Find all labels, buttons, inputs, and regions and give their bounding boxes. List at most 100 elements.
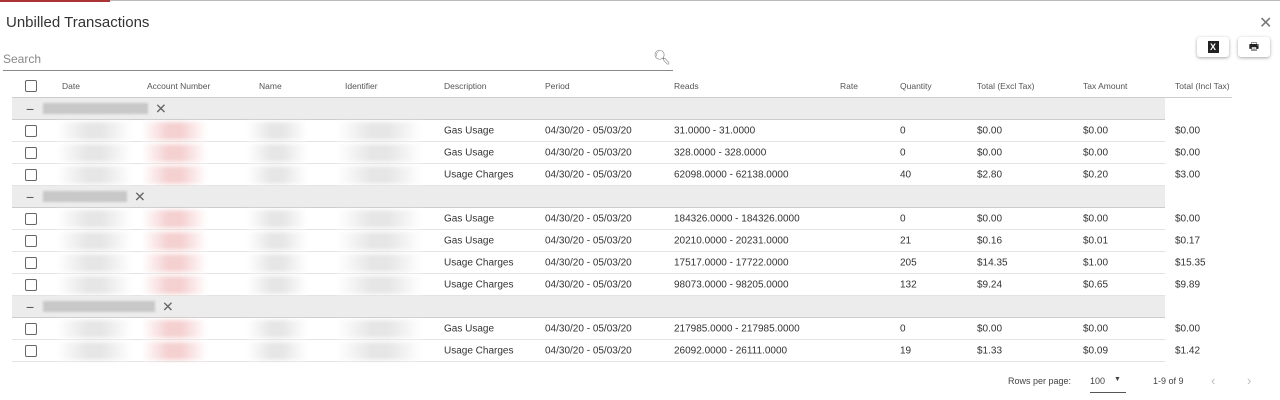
table-row[interactable]: Usage Charges 04/30/20 - 05/03/20 17517.00… [12, 252, 1206, 274]
collapse-icon[interactable]: − [26, 101, 34, 117]
cell-total-excl: $14.35 [977, 257, 1008, 268]
search-input[interactable] [3, 52, 643, 66]
column-header[interactable]: Total (Excl Tax) [977, 81, 1034, 91]
row-checkbox[interactable] [25, 146, 37, 159]
cell-total-excl: $1.33 [977, 345, 1003, 356]
redacted-date [57, 144, 132, 162]
cell-total-incl: $0.00 [1175, 213, 1201, 224]
cell-total-excl: $2.80 [977, 169, 1003, 180]
redacted-account-number [142, 320, 207, 338]
redacted-name [247, 320, 307, 338]
row-checkbox[interactable] [25, 256, 37, 269]
row-checkbox[interactable] [25, 322, 37, 335]
table-row[interactable]: Usage Charges 04/30/20 - 05/03/20 98073.00… [12, 274, 1200, 296]
cell-total-excl: $0.00 [977, 323, 1003, 334]
redacted-identifier [337, 122, 422, 140]
group-label-redacted [43, 301, 155, 312]
cell-description: Usage Charges [444, 169, 514, 180]
print-button[interactable]: 🖶 [1238, 37, 1270, 57]
cell-quantity: 0 [900, 213, 906, 224]
cell-description: Usage Charges [444, 257, 514, 268]
export-excel-button[interactable]: X [1197, 37, 1229, 57]
cell-tax: $0.00 [1083, 213, 1109, 224]
redacted-date [57, 166, 132, 184]
table-row[interactable]: Usage Charges 04/30/20 - 05/03/20 62098.00… [12, 164, 1200, 186]
column-header[interactable]: Reads [674, 81, 699, 91]
cell-period: 04/30/20 - 05/03/20 [545, 257, 632, 268]
close-icon[interactable]: ✕ [1259, 13, 1272, 33]
column-header[interactable]: Name [259, 81, 282, 91]
redacted-name [247, 122, 307, 140]
prev-page-icon[interactable]: ‹ [1211, 373, 1215, 388]
cell-description: Gas Usage [444, 235, 495, 246]
cell-reads: 31.0000 - 31.0000 [674, 125, 756, 136]
page-title: Unbilled Transactions [6, 14, 150, 31]
table-row[interactable]: Gas Usage 04/30/20 - 05/03/20 31.0000 - 31… [12, 120, 1200, 142]
row-checkbox[interactable] [25, 234, 37, 247]
redacted-name [247, 166, 307, 184]
redacted-identifier [337, 342, 422, 360]
column-header[interactable]: Tax Amount [1083, 81, 1127, 91]
cell-total-excl: $0.00 [977, 125, 1003, 136]
cell-total-incl: $15.35 [1175, 257, 1206, 268]
cell-total-excl: $0.16 [977, 235, 1003, 246]
cell-total-incl: $1.42 [1175, 345, 1201, 356]
row-checkbox[interactable] [25, 344, 37, 357]
column-header[interactable]: Account Number [147, 81, 210, 91]
cell-period: 04/30/20 - 05/03/20 [545, 147, 632, 158]
next-page-icon[interactable]: › [1247, 373, 1251, 388]
cell-total-excl: $0.00 [977, 147, 1003, 158]
cell-description: Usage Charges [444, 345, 514, 356]
table-row[interactable]: Usage Charges 04/30/20 - 05/03/20 26092.00… [12, 340, 1200, 362]
column-header[interactable]: Rate [840, 81, 858, 91]
remove-group-icon[interactable]: ✕ [162, 298, 174, 315]
cell-description: Usage Charges [444, 279, 514, 290]
table-row[interactable]: Gas Usage 04/30/20 - 05/03/20 20210.0000 -… [12, 230, 1200, 252]
cell-quantity: 205 [900, 257, 917, 268]
column-header[interactable]: Period [545, 81, 570, 91]
table-header: Date Account Number Name Identifier Descript… [12, 75, 1232, 98]
cell-reads: 328.0000 - 328.0000 [674, 147, 767, 158]
cell-quantity: 132 [900, 279, 917, 290]
select-all-checkbox[interactable] [25, 80, 37, 92]
cell-quantity: 0 [900, 125, 906, 136]
cell-tax: $0.01 [1083, 235, 1109, 246]
search-icon[interactable]: 🔍︎ [653, 49, 671, 66]
group-label-redacted [43, 191, 127, 202]
cell-tax: $0.20 [1083, 169, 1109, 180]
column-header[interactable]: Identifier [345, 81, 378, 91]
redacted-account-number [142, 144, 207, 162]
cell-reads: 20210.0000 - 20231.0000 [674, 235, 789, 246]
cell-reads: 98073.0000 - 98205.0000 [674, 279, 789, 290]
row-checkbox[interactable] [25, 168, 37, 181]
row-checkbox[interactable] [25, 212, 37, 225]
collapse-icon[interactable]: − [26, 189, 34, 205]
cell-reads: 26092.0000 - 26111.0000 [674, 345, 788, 356]
redacted-name [247, 232, 307, 250]
remove-group-icon[interactable]: ✕ [134, 188, 146, 205]
redacted-account-number [142, 254, 207, 272]
row-checkbox[interactable] [25, 278, 37, 291]
cell-total-incl: $0.00 [1175, 125, 1201, 136]
search-field[interactable]: 🔍︎ [3, 49, 673, 71]
cell-total-incl: $0.00 [1175, 323, 1201, 334]
column-header[interactable]: Description [444, 81, 487, 91]
cell-tax: $1.00 [1083, 257, 1109, 268]
cell-period: 04/30/20 - 05/03/20 [545, 345, 632, 356]
column-header[interactable]: Date [62, 81, 80, 91]
redacted-identifier [337, 276, 422, 294]
row-checkbox[interactable] [25, 124, 37, 137]
redacted-date [57, 254, 132, 272]
table-row[interactable]: Gas Usage 04/30/20 - 05/03/20 184326.0000 … [12, 208, 1200, 230]
group-row: − ✕ [12, 186, 1165, 208]
redacted-identifier [337, 320, 422, 338]
table-row[interactable]: Gas Usage 04/30/20 - 05/03/20 217985.0000 … [12, 318, 1200, 340]
collapse-icon[interactable]: − [26, 299, 34, 315]
rows-per-page-select[interactable]: 100 ▼ [1090, 376, 1126, 393]
column-header[interactable]: Quantity [900, 81, 932, 91]
remove-group-icon[interactable]: ✕ [155, 100, 167, 117]
cell-tax: $0.65 [1083, 279, 1109, 290]
column-header[interactable]: Total (Incl Tax) [1175, 81, 1230, 91]
table-row[interactable]: Gas Usage 04/30/20 - 05/03/20 328.0000 - 3… [12, 142, 1200, 164]
cell-tax: $0.09 [1083, 345, 1109, 356]
